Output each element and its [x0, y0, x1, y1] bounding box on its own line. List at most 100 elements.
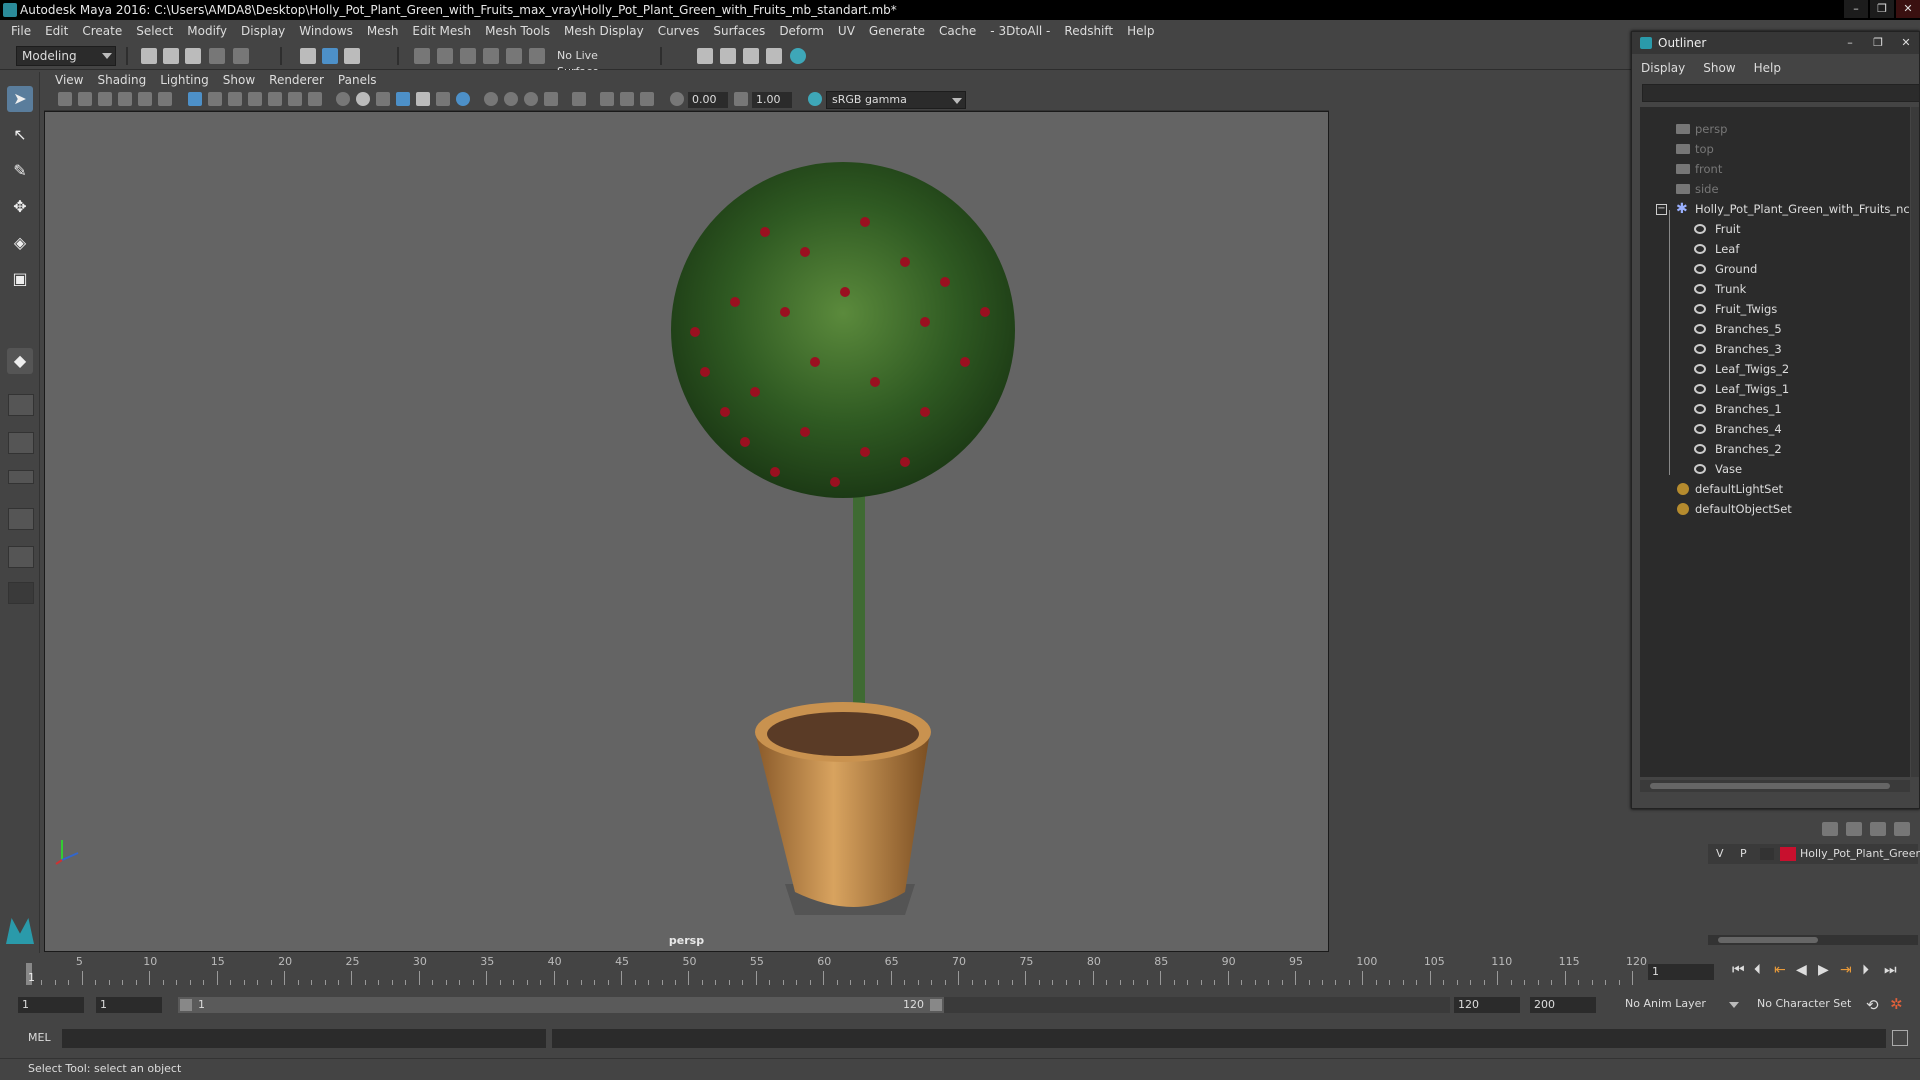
menu-mesh-tools[interactable]: Mesh Tools	[478, 24, 557, 38]
range-slider[interactable]: 1 120	[178, 997, 944, 1013]
panel-menu-show[interactable]: Show	[218, 73, 264, 87]
undo-icon[interactable]	[209, 48, 225, 64]
textured-icon[interactable]	[396, 92, 410, 106]
motion-blur-icon[interactable]	[484, 92, 498, 106]
next-key-icon[interactable]: ⇥	[1840, 962, 1852, 978]
tree-item-top[interactable]: top	[1640, 139, 1910, 159]
new-layer-icon[interactable]	[1870, 822, 1886, 836]
layer-visibility-toggle[interactable]: V	[1716, 844, 1724, 864]
go-to-start-icon[interactable]: ⏮	[1732, 962, 1745, 978]
panel-menu-lighting[interactable]: Lighting	[155, 73, 218, 87]
command-input[interactable]	[62, 1029, 546, 1048]
gamma-field[interactable]: 1.00	[752, 92, 792, 108]
isolate-select-icon[interactable]	[572, 92, 586, 106]
grease-pencil-icon[interactable]	[158, 92, 172, 106]
tree-item-branches-5[interactable]: Branches_5	[1640, 319, 1910, 339]
paint-select-tool[interactable]: ✎	[7, 158, 33, 184]
outliner-title-bar[interactable]: Outliner – ❐ ✕	[1632, 32, 1919, 54]
2d-pan-zoom-icon[interactable]	[138, 92, 152, 106]
time-slider[interactable]: 5 10 15 20 25 30 35 40 45 50 55 60 65 70 75 80 85 90 95 100…	[22, 953, 1647, 986]
script-editor-icon[interactable]	[1892, 1030, 1908, 1046]
menu-3dtoall[interactable]: - 3DtoAll -	[983, 24, 1057, 38]
go-to-end-icon[interactable]: ⏭	[1884, 962, 1897, 978]
xray-joints-icon[interactable]	[600, 92, 614, 106]
tree-item-fruit-twigs[interactable]: Fruit_Twigs	[1640, 299, 1910, 319]
playback-end-field[interactable]: 120	[1454, 997, 1520, 1013]
exposure-field[interactable]: 0.00	[688, 92, 728, 108]
panel-menu-view[interactable]: View	[50, 73, 92, 87]
menu-mesh[interactable]: Mesh	[360, 24, 406, 38]
render-settings-icon[interactable]	[766, 48, 782, 64]
menu-generate[interactable]: Generate	[862, 24, 932, 38]
outliner-minimize-button[interactable]: –	[1839, 34, 1861, 51]
step-back-key-icon[interactable]: ⏴	[1754, 962, 1761, 978]
exposure-icon[interactable]	[670, 92, 684, 106]
layout-side-button[interactable]	[8, 470, 34, 484]
display-layer-row[interactable]: V P Holly_Pot_Plant_Green	[1708, 844, 1920, 864]
panel-menu-renderer[interactable]: Renderer	[264, 73, 333, 87]
layer-scroll-thumb[interactable]	[1718, 937, 1818, 943]
resolution-gate-icon[interactable]	[228, 92, 242, 106]
tree-item-front[interactable]: front	[1640, 159, 1910, 179]
menu-windows[interactable]: Windows	[292, 24, 360, 38]
range-start-handle[interactable]	[180, 999, 192, 1011]
snap-live-icon[interactable]	[529, 48, 545, 64]
menu-curves[interactable]: Curves	[651, 24, 707, 38]
layer-color-swatch[interactable]	[1780, 847, 1796, 861]
multisample-icon[interactable]	[504, 92, 518, 106]
tree-item-branches-2[interactable]: Branches_2	[1640, 439, 1910, 459]
backface-icon[interactable]	[640, 92, 654, 106]
menu-select[interactable]: Select	[129, 24, 180, 38]
tree-item-group[interactable]: − ✱ Holly_Pot_Plant_Green_with_Fruits_nc…	[1640, 199, 1910, 219]
tree-item-trunk[interactable]: Trunk	[1640, 279, 1910, 299]
play-backwards-icon[interactable]: ◀	[1796, 962, 1807, 978]
menu-file[interactable]: File	[4, 24, 38, 38]
tree-item-branches-3[interactable]: Branches_3	[1640, 339, 1910, 359]
preferences-icon[interactable]: ✲	[1890, 995, 1903, 1013]
move-layer-up-icon[interactable]	[1822, 822, 1838, 836]
layout-outliner-button[interactable]	[8, 546, 34, 568]
color-management-icon[interactable]	[808, 92, 822, 106]
menu-uv[interactable]: UV	[831, 24, 862, 38]
start-time-field[interactable]: 1	[18, 997, 84, 1013]
lasso-tool[interactable]: ↖	[7, 122, 33, 148]
render-view-icon[interactable]	[697, 48, 713, 64]
menu-deform[interactable]: Deform	[772, 24, 831, 38]
outliner-vertical-scrollbar[interactable]	[1911, 107, 1919, 777]
snap-point-icon[interactable]	[460, 48, 476, 64]
move-layer-down-icon[interactable]	[1846, 822, 1862, 836]
play-forwards-icon[interactable]: ▶	[1818, 962, 1829, 978]
tree-item-ground[interactable]: Ground	[1640, 259, 1910, 279]
layout-four-button[interactable]	[8, 432, 34, 454]
xray-icon[interactable]	[544, 92, 558, 106]
select-hierarchy-icon[interactable]	[300, 48, 316, 64]
auto-key-icon[interactable]: ⟲	[1866, 996, 1879, 1014]
bookmark-icon[interactable]	[98, 92, 112, 106]
outliner-search-input[interactable]	[1642, 84, 1920, 102]
layout-more-button[interactable]	[8, 582, 34, 604]
menu-set-dropdown[interactable]: Modeling	[16, 46, 116, 66]
tree-item-default-object-set[interactable]: defaultObjectSet	[1640, 499, 1910, 519]
current-frame-field[interactable]: 1	[1648, 964, 1714, 980]
wireframe-icon[interactable]	[336, 92, 350, 106]
film-gate-icon[interactable]	[208, 92, 222, 106]
smooth-shade-icon[interactable]	[356, 92, 370, 106]
outliner-horizontal-scrollbar[interactable]	[1640, 780, 1910, 792]
layout-stack-button[interactable]	[8, 508, 34, 530]
save-scene-icon[interactable]	[185, 48, 201, 64]
menu-edit-mesh[interactable]: Edit Mesh	[405, 24, 478, 38]
grid-toggle-icon[interactable]	[188, 92, 202, 106]
maximize-button[interactable]: ❐	[1870, 0, 1894, 18]
minimize-button[interactable]: –	[1844, 0, 1868, 18]
anim-layer-dropdown[interactable]: No Anim Layer	[1620, 996, 1742, 1014]
layout-single-button[interactable]	[8, 394, 34, 416]
tree-item-branches-4[interactable]: Branches_4	[1640, 419, 1910, 439]
outliner-menu-display[interactable]: Display	[1632, 59, 1694, 77]
outliner-maximize-button[interactable]: ❐	[1867, 34, 1889, 51]
layer-scrollbar[interactable]	[1708, 935, 1918, 945]
tree-item-fruit[interactable]: Fruit	[1640, 219, 1910, 239]
render-current-icon[interactable]	[720, 48, 736, 64]
menu-edit[interactable]: Edit	[38, 24, 75, 38]
select-object-icon[interactable]	[322, 48, 338, 64]
new-scene-icon[interactable]	[141, 48, 157, 64]
